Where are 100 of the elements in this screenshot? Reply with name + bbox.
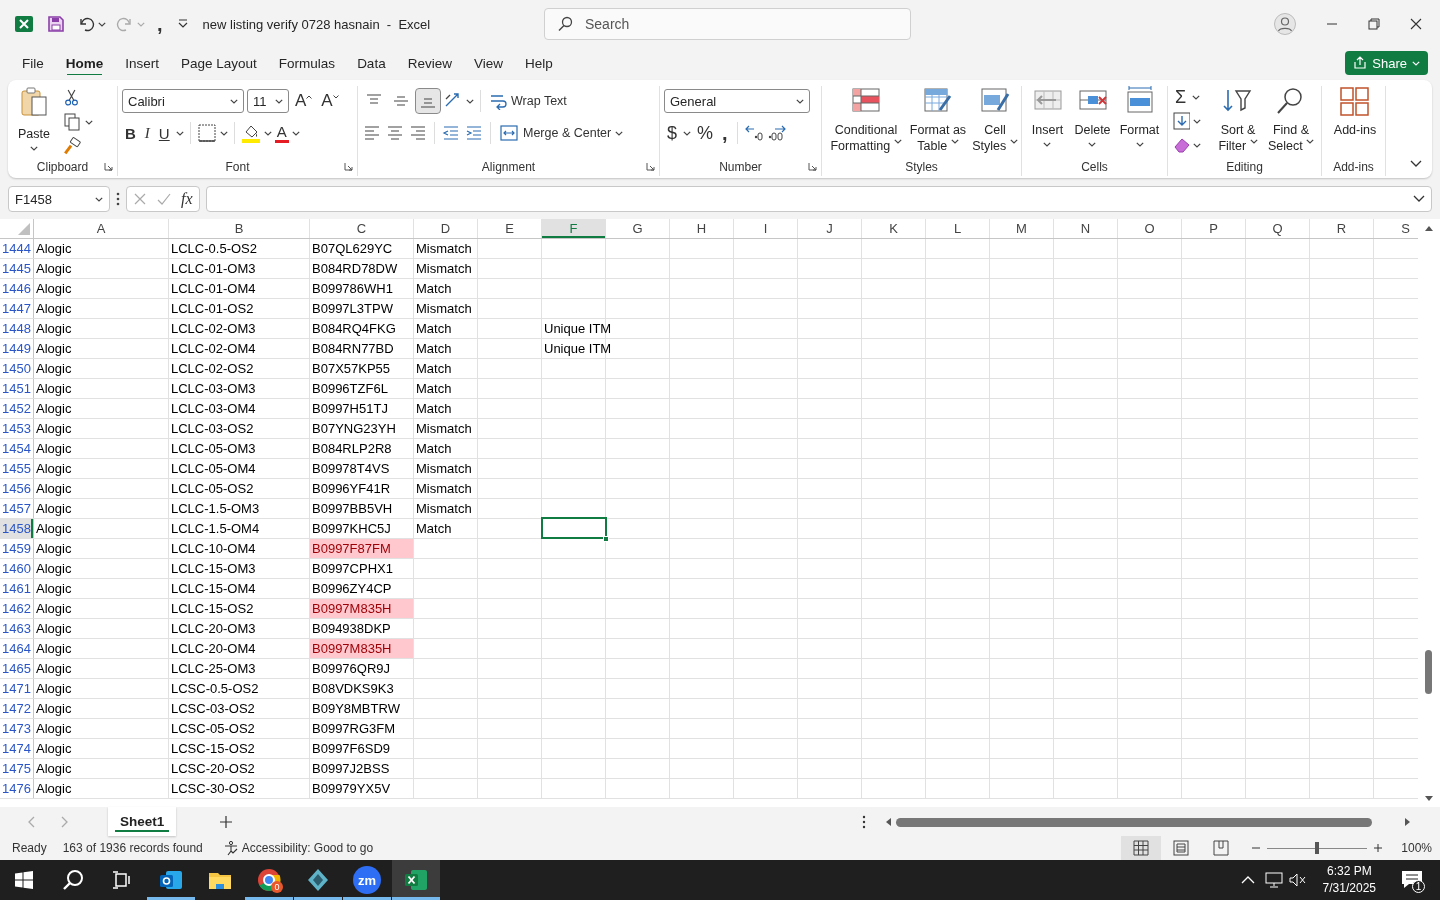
caret-icon[interactable] <box>263 130 272 136</box>
row-header[interactable]: 1455 <box>0 459 34 478</box>
search-field[interactable]: Search <box>544 8 911 40</box>
align-center-icon[interactable] <box>385 123 405 143</box>
search-icon[interactable] <box>62 869 84 891</box>
caret-icon[interactable] <box>175 130 184 136</box>
taskbar-button[interactable]: 0 <box>245 860 293 900</box>
comma-style-button[interactable]: , <box>719 121 731 145</box>
font-color-button[interactable]: A <box>274 123 289 143</box>
row-header[interactable]: 1458 <box>0 519 34 538</box>
start-icon[interactable] <box>15 871 33 889</box>
comma-style-button[interactable]: , <box>157 13 163 35</box>
slider-thumb[interactable] <box>1315 842 1320 854</box>
merge-center-button[interactable]: Merge & Center <box>497 121 626 145</box>
format-painter-icon[interactable] <box>62 136 82 156</box>
row-header[interactable]: 1473 <box>0 719 34 738</box>
align-right-icon[interactable] <box>408 123 428 143</box>
caret-icon[interactable] <box>466 98 474 104</box>
sheet-tab[interactable]: Sheet1 <box>108 807 177 836</box>
row-header[interactable]: 1448 <box>0 319 34 338</box>
fill-down-icon[interactable] <box>1172 111 1190 131</box>
row-header[interactable]: 1453 <box>0 419 34 438</box>
ribbon-tab[interactable]: File <box>11 48 55 78</box>
ribbon-tab[interactable]: View <box>462 48 514 78</box>
insert-function-button[interactable]: fx <box>181 190 193 208</box>
dialog-launcher-icon[interactable] <box>646 162 655 171</box>
dialog-launcher-icon[interactable] <box>344 162 353 171</box>
sort-filter-button[interactable]: Sort & Filter <box>1213 86 1263 158</box>
add-ins-button[interactable]: Add-ins <box>1326 86 1384 158</box>
font-name-field[interactable]: Calibri <box>122 89 244 113</box>
fill-color-icon[interactable] <box>240 123 261 143</box>
network-icon[interactable] <box>1264 872 1283 888</box>
italic-button[interactable]: I <box>141 121 153 145</box>
close-icon[interactable] <box>1410 18 1422 30</box>
add-sheet-icon[interactable] <box>220 815 233 828</box>
column-header[interactable]: F <box>542 219 606 238</box>
customize-toolbar-icon[interactable] <box>176 19 189 29</box>
volume-muted-icon[interactable] <box>1288 872 1307 888</box>
clock[interactable]: 6:32 PM 7/31/2025 <box>1316 862 1382 898</box>
delete-cells-button[interactable]: Delete <box>1071 86 1114 158</box>
row-header[interactable]: 1446 <box>0 279 34 298</box>
cell-styles-button[interactable]: Cell Styles <box>970 86 1020 158</box>
caret-icon[interactable] <box>85 119 93 125</box>
caret-icon[interactable] <box>683 130 691 136</box>
row-header[interactable]: 1475 <box>0 759 34 778</box>
formula-input[interactable] <box>205 186 1432 212</box>
task-view-icon[interactable] <box>112 871 132 889</box>
format-cells-button[interactable]: Format <box>1116 86 1163 158</box>
align-left-icon[interactable] <box>362 123 382 143</box>
more-options-icon[interactable] <box>116 192 120 206</box>
decrease-decimal-icon[interactable] <box>743 123 764 143</box>
ribbon-tab[interactable]: Help <box>513 48 564 78</box>
conditional-formatting-button[interactable]: Conditional Formatting <box>826 86 906 158</box>
row-header[interactable]: 1464 <box>0 639 34 658</box>
row-header[interactable]: 1456 <box>0 479 34 498</box>
increase-font-size-button[interactable]: A <box>292 89 316 113</box>
dialog-launcher-icon[interactable] <box>808 162 817 171</box>
caret-icon[interactable] <box>219 130 228 136</box>
decrease-font-size-button[interactable]: A <box>318 89 342 113</box>
format-as-table-button[interactable]: Format as Table <box>908 86 968 158</box>
row-header[interactable]: 1457 <box>0 499 34 518</box>
accessibility-icon[interactable] <box>222 840 239 856</box>
row-header[interactable]: 1460 <box>0 559 34 578</box>
row-header[interactable]: 1445 <box>0 259 34 278</box>
accessibility-status[interactable]: Accessibility: Good to go <box>241 841 374 855</box>
split-handle-icon[interactable] <box>862 814 867 829</box>
taskbar-button[interactable]: zm <box>343 860 391 900</box>
row-header[interactable]: 1461 <box>0 579 34 598</box>
collapse-ribbon-icon[interactable] <box>1410 160 1422 168</box>
borders-icon[interactable] <box>196 123 217 143</box>
ribbon-tab[interactable]: Data <box>346 48 397 78</box>
currency-format-button[interactable]: $ <box>664 121 680 145</box>
row-header[interactable]: 1472 <box>0 699 34 718</box>
ribbon-tab[interactable]: Formulas <box>267 48 347 78</box>
bold-button[interactable]: B <box>122 121 139 145</box>
taskbar-button[interactable] <box>392 860 440 900</box>
caret-icon[interactable] <box>1193 142 1201 148</box>
row-header[interactable]: 1450 <box>0 359 34 378</box>
normal-view-icon[interactable] <box>1121 836 1162 860</box>
expand-formula-icon[interactable] <box>1413 195 1425 203</box>
row-header[interactable]: 1465 <box>0 659 34 678</box>
paste-button[interactable]: Paste <box>12 86 56 158</box>
undo-icon[interactable] <box>77 15 95 33</box>
insert-cells-button[interactable]: Insert <box>1026 86 1069 158</box>
row-header[interactable]: 1452 <box>0 399 34 418</box>
caret-icon[interactable] <box>98 21 106 27</box>
find-select-button[interactable]: Find & Select <box>1265 86 1317 158</box>
percent-style-button[interactable]: % <box>694 121 717 145</box>
spreadsheet-logo-icon[interactable] <box>15 15 33 33</box>
row-header[interactable]: 1476 <box>0 779 34 798</box>
name-box[interactable]: F1458 <box>8 186 110 212</box>
caret-icon[interactable] <box>291 130 300 136</box>
restore-icon[interactable] <box>1368 18 1380 30</box>
copy-icon[interactable] <box>62 112 82 132</box>
underline-button[interactable]: U <box>155 121 173 145</box>
wrap-text-button[interactable]: Wrap Text <box>487 89 569 113</box>
zoom-level[interactable]: 100% <box>1401 841 1432 855</box>
row-header[interactable]: 1459 <box>0 539 34 558</box>
chevron-up-icon[interactable] <box>1240 876 1255 884</box>
row-header[interactable]: 1451 <box>0 379 34 398</box>
